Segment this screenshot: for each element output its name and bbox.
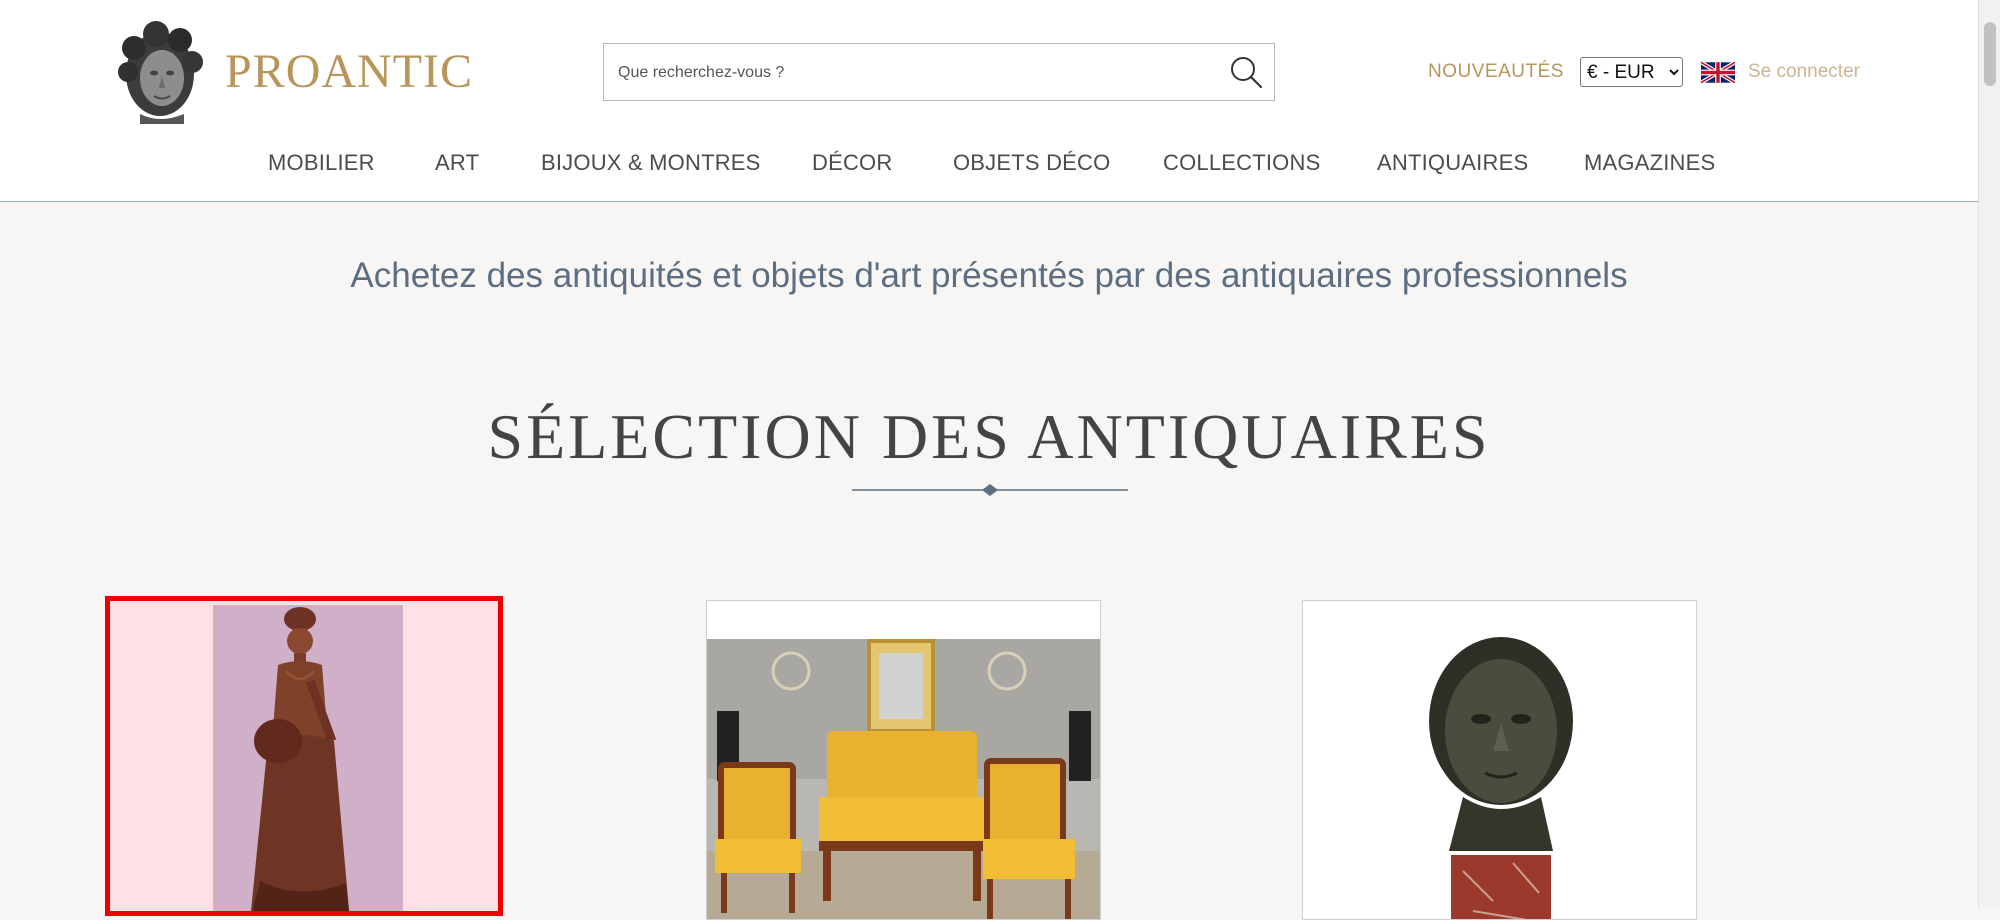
bronze-bust-image[interactable] (1303, 601, 1697, 920)
nav-item-mobilier[interactable]: MOBILIER (268, 150, 375, 176)
login-link[interactable]: Se connecter (1748, 61, 1860, 83)
salon-furniture-image[interactable] (707, 601, 1101, 920)
site-tagline: Achetez des antiquités et objets d'art p… (350, 256, 1628, 295)
uk-flag-icon[interactable] (1701, 60, 1735, 85)
search-icon[interactable] (1228, 54, 1264, 90)
search-box (603, 43, 1275, 102)
brand-logo-text[interactable]: PROANTIC (225, 44, 473, 99)
page-scrollbar[interactable] (1978, 0, 2000, 908)
new-arrivals-link[interactable]: NOUVEAUTÉS (1428, 61, 1564, 83)
product-card-salon[interactable] (706, 600, 1101, 920)
nav-item-collections[interactable]: COLLECTIONS (1163, 150, 1320, 176)
product-card-statue[interactable] (105, 596, 503, 916)
search-input[interactable] (616, 44, 1200, 102)
section-title: SÉLECTION DES ANTIQUAIRES (487, 401, 1491, 472)
site-header: PROANTIC NOUVEAUTÉS € - EUR Se connecter… (0, 0, 1978, 202)
nav-item-bijoux-montres[interactable]: BIJOUX & MONTRES (541, 150, 761, 176)
nav-item-decor[interactable]: DÉCOR (812, 150, 892, 176)
currency-select[interactable]: € - EUR (1580, 57, 1683, 87)
nav-item-objets-deco[interactable]: OBJETS DÉCO (953, 150, 1110, 176)
nav-item-art[interactable]: ART (435, 150, 479, 176)
nav-item-magazines[interactable]: MAGAZINES (1584, 150, 1715, 176)
product-card-bust[interactable] (1302, 600, 1697, 920)
main-navigation: MOBILIER ART BIJOUX & MONTRES DÉCOR OBJE… (0, 150, 1978, 180)
title-divider (852, 484, 1128, 496)
nav-item-antiquaires[interactable]: ANTIQUAIRES (1377, 150, 1528, 176)
scrollbar-thumb[interactable] (1984, 22, 1996, 86)
logo-bust-icon[interactable] (110, 18, 210, 124)
